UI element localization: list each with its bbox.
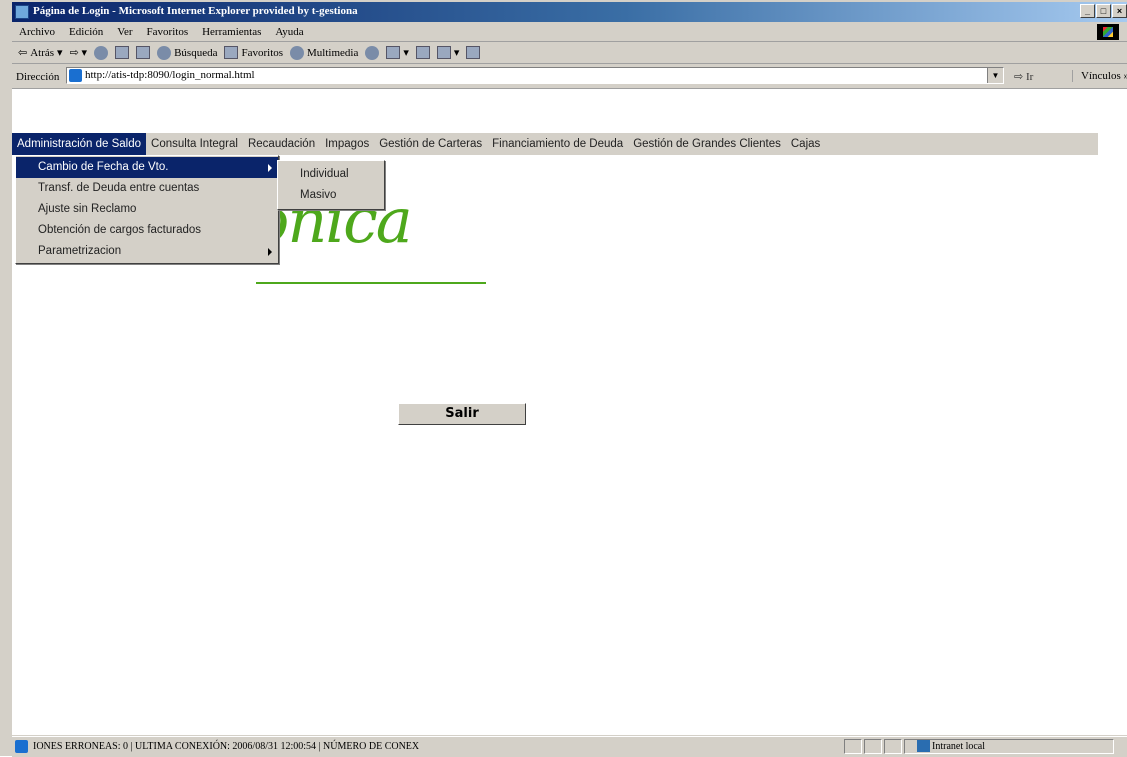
close-button[interactable]: ×: [1112, 4, 1127, 18]
links-label: Vínculos: [1081, 70, 1121, 82]
nav-administracion-de-saldo[interactable]: Administración de Saldo: [12, 133, 147, 155]
history-button[interactable]: [365, 45, 380, 60]
menu-favoritos[interactable]: Favoritos: [140, 26, 196, 38]
zone-label: Intranet local: [932, 741, 986, 752]
menu-archivo[interactable]: Archivo: [12, 26, 62, 38]
stop-button[interactable]: [94, 45, 109, 60]
menu-item-ajuste-sin-reclamo[interactable]: Ajuste sin Reclamo: [16, 199, 278, 220]
window-left-edge: [0, 0, 12, 756]
go-label: Ir: [1025, 71, 1034, 83]
status-panel: [844, 739, 862, 754]
menu-herramientas[interactable]: Herramientas: [195, 26, 268, 38]
favorites-label: Favoritos: [241, 46, 284, 59]
back-button[interactable]: ⇦ Atrás ▾: [18, 46, 63, 60]
nav-gestion-de-grandes-clientes[interactable]: Gestión de Grandes Clientes: [628, 133, 786, 155]
page-status-icon: [15, 740, 28, 753]
address-label: Dirección: [16, 71, 60, 83]
intranet-zone-icon: [917, 740, 930, 752]
back-label: Atrás: [30, 46, 55, 59]
menu-item-cambio-fecha-vto[interactable]: Cambio de Fecha de Vto.: [16, 157, 278, 178]
menu-item-parametrizacion[interactable]: Parametrizacion: [16, 241, 278, 262]
logo-underline: [256, 282, 486, 284]
menu-item-label: Transf. de Deuda entre cuentas: [38, 182, 200, 194]
edit-icon: [436, 46, 451, 59]
edit-button[interactable]: ▾: [436, 46, 459, 59]
nav-recaudacion[interactable]: Recaudación: [243, 133, 320, 155]
multimedia-button[interactable]: Multimedia: [290, 45, 359, 60]
discuss-icon: [466, 46, 481, 59]
address-url: http://atis-tdp:8090/login_normal.html: [85, 69, 255, 81]
go-button[interactable]: ⇨ Ir: [1014, 70, 1033, 83]
cambio-fecha-submenu: Individual Masivo: [277, 160, 385, 210]
nav-financiamiento-de-deuda[interactable]: Financiamiento de Deuda: [487, 133, 628, 155]
status-panel: [864, 739, 882, 754]
nav-gestion-de-carteras[interactable]: Gestión de Carteras: [374, 133, 487, 155]
menu-ayuda[interactable]: Ayuda: [268, 26, 310, 38]
menu-edicion[interactable]: Edición: [62, 26, 110, 38]
page-content: onica Administración de Saldo Consulta I…: [12, 89, 1127, 735]
refresh-icon: [115, 46, 130, 59]
submenu-item-individual[interactable]: Individual: [278, 164, 384, 185]
address-bar: Dirección http://atis-tdp:8090/login_nor…: [12, 65, 1127, 89]
search-label: Búsqueda: [174, 46, 218, 59]
windows-logo-icon: [1097, 24, 1119, 40]
window-controls: _ □ ×: [1080, 4, 1127, 18]
app-navigation-bar: Administración de Saldo Consulta Integra…: [12, 133, 1098, 155]
history-icon: [365, 45, 380, 60]
address-dropdown-icon[interactable]: ▼: [987, 68, 1003, 83]
submenu-item-masivo[interactable]: Masivo: [278, 185, 384, 206]
multimedia-label: Multimedia: [307, 46, 359, 59]
discuss-button[interactable]: [466, 46, 481, 59]
salir-button[interactable]: Salir: [398, 403, 526, 425]
mail-icon: [386, 46, 401, 59]
search-button[interactable]: Búsqueda: [157, 45, 218, 60]
home-icon: [136, 46, 151, 59]
links-button[interactable]: Vínculos »: [1072, 70, 1127, 82]
window-title: Página de Login - Microsoft Internet Exp…: [33, 5, 358, 17]
minimize-button[interactable]: _: [1080, 4, 1095, 18]
ie-page-icon: [15, 5, 29, 19]
refresh-button[interactable]: [115, 46, 130, 59]
print-icon: [415, 46, 430, 59]
menu-item-label: Parametrizacion: [38, 245, 122, 257]
submenu-arrow-icon: [268, 164, 272, 172]
nav-consulta-integral[interactable]: Consulta Integral: [146, 133, 243, 155]
menu-item-label: Obtención de cargos facturados: [38, 224, 202, 236]
stop-icon: [94, 45, 109, 60]
favorites-button[interactable]: Favoritos: [224, 46, 283, 59]
maximize-button[interactable]: □: [1096, 4, 1111, 18]
nav-cajas[interactable]: Cajas: [786, 133, 825, 155]
search-icon: [157, 45, 172, 60]
menu-bar: Archivo Edición Ver Favoritos Herramient…: [12, 23, 1127, 42]
home-button[interactable]: [136, 46, 151, 59]
status-panel: [884, 739, 902, 754]
favorites-icon: [224, 46, 239, 59]
menu-item-obtencion-cargos[interactable]: Obtención de cargos facturados: [16, 220, 278, 241]
standard-toolbar: ⇦ Atrás ▾ ⇨ ▾ Búsqueda Favoritos Multimed…: [12, 42, 1127, 64]
print-button[interactable]: [415, 46, 430, 59]
address-input[interactable]: http://atis-tdp:8090/login_normal.html ▼: [66, 67, 1004, 84]
browser-window: Página de Login - Microsoft Internet Exp…: [0, 0, 1127, 757]
submenu-arrow-icon: [268, 248, 272, 256]
nav-impagos[interactable]: Impagos: [320, 133, 374, 155]
multimedia-icon: [290, 45, 305, 60]
mail-button[interactable]: ▾: [386, 46, 409, 59]
menu-item-transf-deuda[interactable]: Transf. de Deuda entre cuentas: [16, 178, 278, 199]
administracion-dropdown-menu: Cambio de Fecha de Vto. Transf. de Deuda…: [15, 155, 279, 264]
menu-ver[interactable]: Ver: [110, 26, 139, 38]
status-bar: IONES ERRONEAS: 0 | ULTIMA CONEXIÓN: 200…: [12, 736, 1127, 757]
menu-item-label: Ajuste sin Reclamo: [38, 203, 137, 215]
ie-page-icon: [69, 69, 82, 82]
forward-button[interactable]: ⇨ ▾: [70, 46, 88, 59]
status-text: IONES ERRONEAS: 0 | ULTIMA CONEXIÓN: 200…: [33, 741, 420, 752]
menu-item-label: Cambio de Fecha de Vto.: [38, 161, 169, 173]
title-bar[interactable]: Página de Login - Microsoft Internet Exp…: [12, 2, 1127, 22]
